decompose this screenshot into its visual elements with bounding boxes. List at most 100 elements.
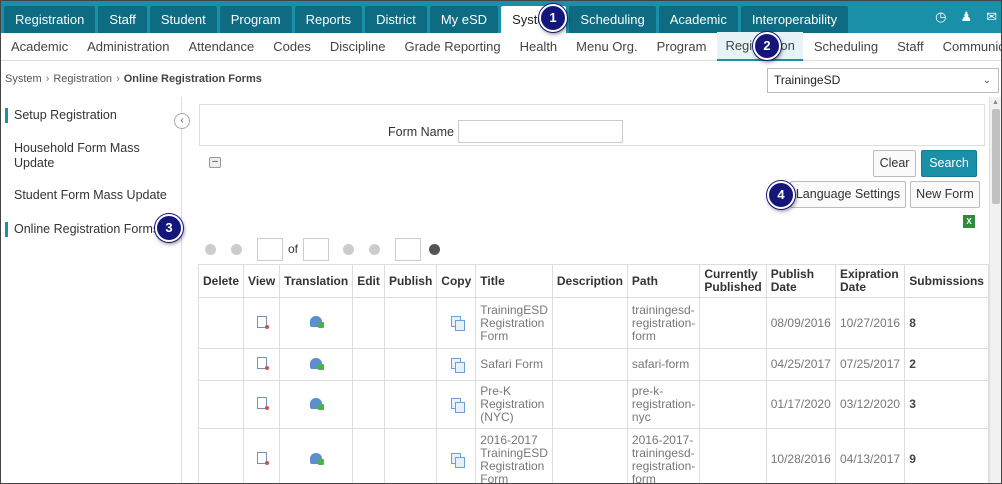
sub-tab-communications[interactable]: Communications [943, 33, 1001, 60]
top-tab-reports[interactable]: Reports [294, 6, 363, 33]
expiration-date-cell: 10/27/2016 [834, 297, 906, 349]
total-pages-box [303, 237, 330, 261]
page-input[interactable] [257, 237, 283, 261]
publish-date-cell: 01/17/2020 [765, 380, 837, 429]
sub-tab-grade-reporting[interactable]: Grade Reporting [404, 33, 500, 60]
edit-cell[interactable] [352, 348, 385, 381]
view-icon[interactable] [256, 452, 269, 465]
top-tab-student[interactable]: Student [149, 6, 217, 33]
page-scrollbar[interactable]: ▲ [989, 97, 1001, 483]
currently-published-cell [699, 348, 767, 381]
district-select[interactable]: TrainingeSD ⌄ [767, 68, 999, 93]
copy-icon[interactable] [451, 316, 466, 331]
sub-tab-administration[interactable]: Administration [87, 33, 169, 60]
copy-icon[interactable] [451, 357, 466, 373]
sub-tab-attendance[interactable]: Attendance [188, 33, 254, 60]
translation-cell [279, 428, 354, 483]
top-tab-interoperability[interactable]: Interoperability [740, 6, 849, 33]
first-page-icon[interactable] [205, 243, 216, 255]
scroll-up-icon[interactable]: ▲ [992, 99, 999, 106]
clear-button[interactable]: Clear [873, 150, 916, 177]
view-icon[interactable] [256, 315, 269, 329]
app-frame: Registration Staff Student Program Repor… [0, 0, 1002, 484]
dashboard-icon[interactable]: ◷ [935, 9, 946, 25]
submissions-cell[interactable]: 3 [904, 380, 989, 429]
expiration-date-cell: 04/13/2017 [834, 428, 906, 483]
user-icon[interactable]: ♟ [960, 9, 972, 25]
top-tab-scheduling[interactable]: Scheduling [569, 6, 656, 33]
view-icon[interactable] [256, 357, 269, 370]
collapse-search-button[interactable]: – [209, 157, 221, 168]
translation-icon[interactable] [310, 357, 325, 370]
delete-cell[interactable] [197, 428, 245, 483]
top-tab-staff[interactable]: Staff [98, 6, 147, 33]
excel-export-icon[interactable]: X [963, 215, 975, 228]
sub-tab-codes[interactable]: Codes [273, 33, 311, 60]
publish-cell[interactable] [383, 380, 438, 429]
chevron-right-icon: › [116, 73, 120, 85]
next-page-icon[interactable] [343, 243, 355, 255]
mail-icon[interactable]: ✉ [986, 9, 997, 25]
page-size-input[interactable] [395, 237, 422, 261]
previous-page-icon[interactable] [231, 243, 242, 255]
edit-cell[interactable] [352, 428, 385, 483]
col-publish: Publish [383, 264, 438, 298]
edit-cell[interactable] [352, 297, 385, 349]
form-name-input[interactable] [458, 120, 623, 143]
copy-icon[interactable] [451, 452, 466, 468]
top-navigation: Registration Staff Student Program Repor… [1, 1, 1001, 33]
sidebar-item-setup-registration[interactable]: Setup Registration [5, 108, 177, 123]
pager: of [205, 237, 455, 261]
sub-tab-scheduling[interactable]: Scheduling [814, 33, 878, 60]
sub-tab-program[interactable]: Program [657, 33, 707, 60]
sub-tab-health[interactable]: Health [520, 33, 558, 60]
top-tab-registration[interactable]: Registration [4, 6, 96, 33]
language-settings-button[interactable]: Language Settings [790, 181, 906, 208]
breadcrumb: System › Registration › Online Registration … [5, 73, 262, 85]
sub-tab-menu-org[interactable]: Menu Org. [576, 33, 637, 60]
view-cell [243, 380, 281, 429]
delete-cell[interactable] [197, 297, 245, 349]
new-form-button[interactable]: New Form [910, 181, 980, 208]
delete-cell[interactable] [197, 380, 245, 429]
forms-table: Delete View Translation Edit Publish Cop… [197, 264, 989, 483]
submissions-cell[interactable]: 2 [904, 348, 989, 381]
copy-cell [436, 297, 477, 349]
last-page-icon[interactable] [369, 243, 381, 255]
sidebar-item-online-registration-forms[interactable]: Online Registration Forms [5, 222, 177, 237]
edit-cell[interactable] [352, 380, 385, 429]
top-tab-my-esd[interactable]: My eSD [429, 6, 499, 33]
submissions-cell[interactable]: 9 [904, 428, 989, 483]
breadcrumb-system[interactable]: System [5, 73, 42, 85]
description-cell [551, 380, 628, 429]
pager-of-label: of [288, 242, 299, 256]
publish-cell[interactable] [383, 297, 438, 349]
sidebar-collapse-button[interactable]: ‹ [174, 113, 190, 129]
top-tab-program[interactable]: Program [219, 6, 292, 33]
table-row: TrainingESD Registration Form traininges… [197, 297, 989, 349]
sidebar-item-student-form-mass-update[interactable]: Student Form Mass Update [5, 188, 177, 203]
submissions-cell[interactable]: 8 [904, 297, 989, 349]
search-button[interactable]: Search [921, 150, 977, 177]
translation-icon[interactable] [310, 452, 325, 465]
copy-icon[interactable] [451, 397, 466, 413]
chevron-right-icon: › [45, 73, 50, 85]
breadcrumb-registration[interactable]: Registration [53, 73, 112, 85]
sub-tab-discipline[interactable]: Discipline [330, 33, 386, 60]
publish-cell[interactable] [383, 428, 438, 483]
delete-cell[interactable] [197, 348, 245, 381]
publish-cell[interactable] [383, 348, 438, 381]
translation-icon[interactable] [310, 316, 325, 328]
path-cell: pre-k-registration-nyc [626, 380, 701, 429]
sidebar-item-household-form-mass-update[interactable]: Household Form Mass Update [5, 141, 177, 171]
callout-3: 3 [155, 214, 183, 242]
top-tab-district[interactable]: District [365, 6, 427, 33]
top-tab-academic[interactable]: Academic [658, 6, 738, 33]
translation-icon[interactable] [310, 397, 325, 410]
sub-tab-academic[interactable]: Academic [11, 33, 68, 60]
view-icon[interactable] [256, 397, 269, 410]
go-page-icon[interactable] [429, 243, 441, 255]
translation-cell [279, 348, 354, 381]
sub-tab-staff[interactable]: Staff [897, 33, 924, 60]
scrollbar-thumb[interactable] [992, 109, 1000, 204]
